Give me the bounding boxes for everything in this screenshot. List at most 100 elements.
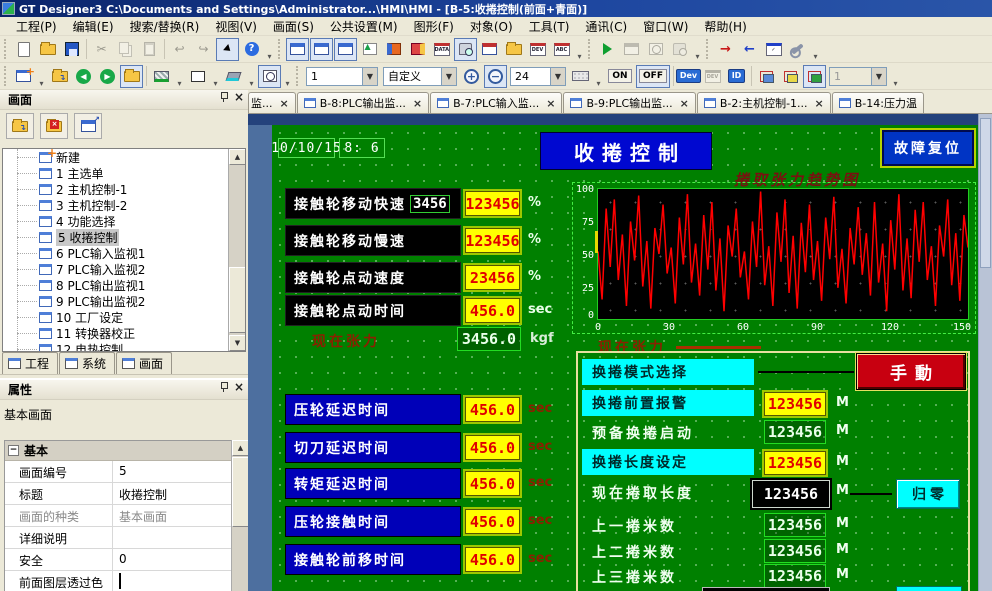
write-to-got-icon[interactable]: →	[714, 38, 737, 61]
value-jog-speed[interactable]: 23456	[465, 265, 520, 290]
screen-number-combo[interactable]: 1▼	[306, 67, 378, 86]
tree-item-screen-3[interactable]: 3 主机控制-2	[3, 197, 245, 213]
open-project-icon[interactable]	[502, 38, 525, 61]
open-screen-window-icon[interactable]	[120, 65, 143, 88]
keyboard-icon[interactable]	[569, 65, 592, 88]
font-size-combo[interactable]: 24▼	[510, 67, 566, 86]
zoom-mode-combo[interactable]: 自定义▼	[383, 67, 457, 86]
window-cascade-icon[interactable]	[478, 38, 501, 61]
document-tab-b9[interactable]: B-9:PLC输出监...×	[563, 92, 695, 113]
tree-item-screen-12[interactable]: 12 电热控制	[3, 341, 245, 352]
tree-item-screen-2[interactable]: 2 主机控制-1	[3, 181, 245, 197]
copy-icon[interactable]	[114, 38, 137, 61]
previous-screen-icon[interactable]: ◀	[72, 65, 95, 88]
device-on-button[interactable]: ON	[605, 65, 635, 88]
property-row-security[interactable]: 安全 0	[5, 549, 231, 571]
pattern-dropdown[interactable]: ▾	[174, 65, 185, 88]
value-wheel-forward[interactable]: 456.0	[465, 547, 520, 572]
screen-preview-icon[interactable]	[258, 65, 281, 88]
manual-mode-button[interactable]: 手動	[856, 353, 966, 390]
zoom-in-icon[interactable]: +	[460, 65, 483, 88]
tree-scrollbar[interactable]: ▲ ▼	[228, 149, 245, 351]
hmi-screen-b5[interactable]: 10/10/15 8: 6 收捲控制 故障复位 捲取张力趋势图 接触轮移动快速3…	[272, 125, 978, 591]
window-screen-icon[interactable]	[310, 38, 333, 61]
fault-reset-button[interactable]: 故障复位	[880, 128, 976, 168]
tree-item-screen-10[interactable]: 10 工厂设定	[3, 309, 245, 325]
field-torque-delay[interactable]: 转矩延迟时间	[285, 468, 461, 499]
layer-both-icon[interactable]	[803, 65, 826, 88]
property-row-screen-number[interactable]: 画面编号 5	[5, 461, 231, 483]
new-icon[interactable]	[12, 38, 35, 61]
scroll-thumb[interactable]	[232, 457, 249, 527]
toolbar-overflow-chevron[interactable]: ▾	[264, 38, 275, 61]
property-group-basic[interactable]: − 基本	[5, 441, 231, 461]
close-icon[interactable]: ×	[234, 92, 244, 102]
document-tab-b14[interactable]: B-14:压力温	[832, 92, 924, 113]
close-icon[interactable]: ×	[234, 382, 244, 392]
close-tab-icon[interactable]: ×	[413, 97, 422, 110]
zero-reset-button[interactable]: 归零	[896, 479, 960, 509]
scroll-thumb[interactable]	[229, 267, 246, 333]
document-tab-b8[interactable]: B-8:PLC输出监...×	[297, 92, 429, 113]
device-off-button[interactable]: OFF	[636, 65, 670, 88]
toolbar-overflow-chevron[interactable]: ▾	[890, 65, 901, 88]
scroll-up-icon[interactable]: ▲	[232, 440, 249, 456]
system-environment-icon[interactable]	[358, 38, 381, 61]
property-row-front-layer-color[interactable]: 前面图层透过色	[5, 571, 231, 591]
document-tab-b7[interactable]: B-7:PLC输入监...×	[430, 92, 562, 113]
tree-item-screen-11[interactable]: 11 转换器校正	[3, 325, 245, 341]
scroll-thumb[interactable]	[980, 118, 991, 268]
roll3-value[interactable]: 123456	[764, 564, 826, 588]
layer-front-icon[interactable]	[755, 65, 778, 88]
roll2-value[interactable]: 123456	[764, 539, 826, 563]
paint-dropdown[interactable]: ▾	[246, 65, 257, 88]
editor-vertical-scrollbar[interactable]	[978, 114, 992, 591]
partial-value-box[interactable]	[702, 587, 830, 591]
tree-item-screen-1[interactable]: 1 主选单	[3, 165, 245, 181]
keyboard-dropdown[interactable]: ▾	[593, 65, 604, 88]
title-bar[interactable]: GT Designer3 C:\Documents and Settings\A…	[0, 0, 992, 17]
screen-gear-icon[interactable]	[334, 38, 357, 61]
value-roller-contact[interactable]: 456.0	[465, 509, 520, 534]
field-roller-contact[interactable]: 压轮接触时间	[285, 506, 461, 537]
simulator-update-icon[interactable]	[620, 38, 643, 61]
value-torque-delay[interactable]: 456.0	[465, 471, 520, 496]
shape-frame-icon[interactable]	[186, 65, 209, 88]
property-scrollbar[interactable]: ▲	[231, 440, 248, 591]
shape-dropdown[interactable]: ▾	[210, 65, 221, 88]
scroll-down-icon[interactable]: ▼	[229, 335, 246, 351]
toolbar-overflow-chevron[interactable]: ▾	[282, 65, 293, 88]
inline-value-display[interactable]: 3456	[410, 195, 450, 213]
menu-tools[interactable]: 工具(T)	[521, 17, 578, 36]
device-display-icon[interactable]: Dev	[677, 65, 700, 88]
roll1-value[interactable]: 123456	[764, 513, 826, 537]
next-screen-icon[interactable]: ▶	[96, 65, 119, 88]
screen-property-button[interactable]: ↗	[74, 113, 102, 139]
menu-search-replace[interactable]: 搜索/替换(R)	[122, 17, 208, 36]
simulator-start-icon[interactable]	[596, 38, 619, 61]
select-cursor-icon[interactable]	[216, 38, 239, 61]
date-display[interactable]: 10/10/15	[278, 138, 335, 158]
tree-item-screen-6[interactable]: 6 PLC输入监视1	[3, 245, 245, 261]
help-icon[interactable]: ?	[240, 38, 263, 61]
simulator-watch-icon[interactable]	[644, 38, 667, 61]
new-screen-dropdown[interactable]: ▾	[36, 65, 47, 88]
partial-button[interactable]	[896, 586, 962, 591]
close-tab-icon[interactable]: ×	[546, 97, 555, 110]
toolbar-grip[interactable]	[706, 39, 711, 59]
tab-screen[interactable]: 画面	[116, 352, 172, 374]
open-icon[interactable]	[36, 38, 59, 61]
communication-settings-icon[interactable]	[786, 38, 809, 61]
tree-item-screen-4[interactable]: 4 功能选择	[3, 213, 245, 229]
scroll-up-icon[interactable]: ▲	[229, 149, 246, 165]
menu-help[interactable]: 帮助(H)	[696, 17, 754, 36]
current-tension-value[interactable]: 3456.0	[457, 327, 521, 351]
value-cutter-delay[interactable]: 456.0	[465, 435, 520, 460]
pattern-fill-icon[interactable]	[150, 65, 173, 88]
close-tab-icon[interactable]: ×	[280, 97, 289, 110]
toolbar-overflow-chevron[interactable]: ▾	[692, 38, 703, 61]
close-tab-icon[interactable]: ×	[815, 97, 824, 110]
screen-image-icon[interactable]	[286, 38, 309, 61]
mode-select-label[interactable]: 换捲模式选择	[582, 359, 754, 385]
device-comment-icon[interactable]	[382, 38, 405, 61]
